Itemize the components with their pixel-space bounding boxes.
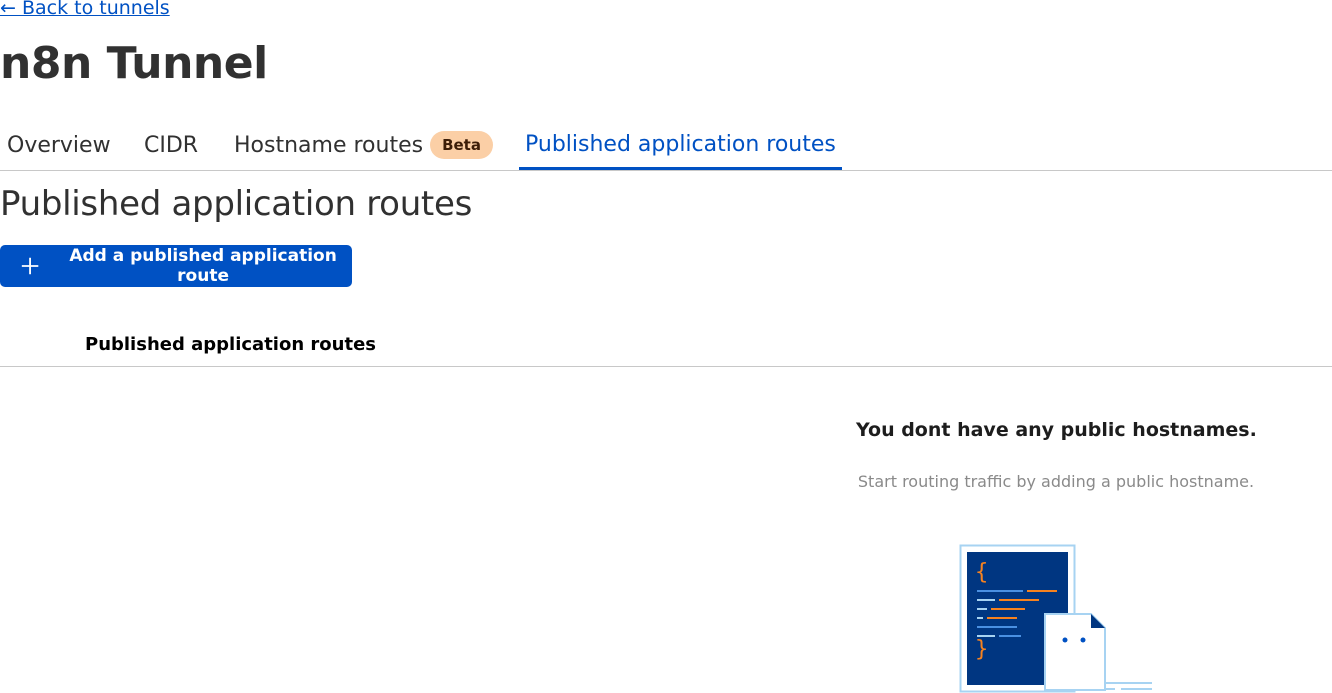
back-to-tunnels-link[interactable]: ← Back to tunnels	[0, 0, 170, 19]
empty-state-subtitle: Start routing traffic by adding a public…	[857, 472, 1255, 491]
page: ← Back to tunnels n8n Tunnel Overview CI…	[0, 0, 1332, 693]
tab-published-application-routes-label: Published application routes	[525, 132, 836, 157]
svg-text:{: {	[975, 560, 988, 585]
code-document-icon: { }	[959, 544, 1152, 693]
plus-icon	[21, 257, 39, 275]
tab-published-application-routes[interactable]: Published application routes	[519, 122, 842, 170]
add-button-label: Add a published application route	[69, 246, 337, 286]
page-title: n8n Tunnel	[0, 38, 268, 89]
empty-state-title: You dont have any public hostnames.	[856, 419, 1257, 441]
tab-hostname-routes[interactable]: Hostname routes Beta	[234, 122, 493, 168]
beta-badge: Beta	[430, 131, 493, 159]
tab-cidr-label: CIDR	[144, 132, 199, 158]
table-header: Published application routes	[0, 330, 1332, 367]
section-title: Published application routes	[0, 184, 472, 224]
tab-overview-label: Overview	[7, 132, 111, 158]
add-published-application-route-button[interactable]: Add a published application route	[0, 245, 352, 287]
svg-text:}: }	[975, 637, 988, 662]
tab-cidr[interactable]: CIDR	[144, 122, 198, 168]
tab-hostname-routes-label: Hostname routes	[234, 132, 424, 158]
tab-overview[interactable]: Overview	[7, 122, 111, 168]
tab-bar: Overview CIDR Hostname routes Beta Publi…	[0, 122, 1332, 171]
column-header-published-application-routes[interactable]: Published application routes	[85, 334, 376, 355]
